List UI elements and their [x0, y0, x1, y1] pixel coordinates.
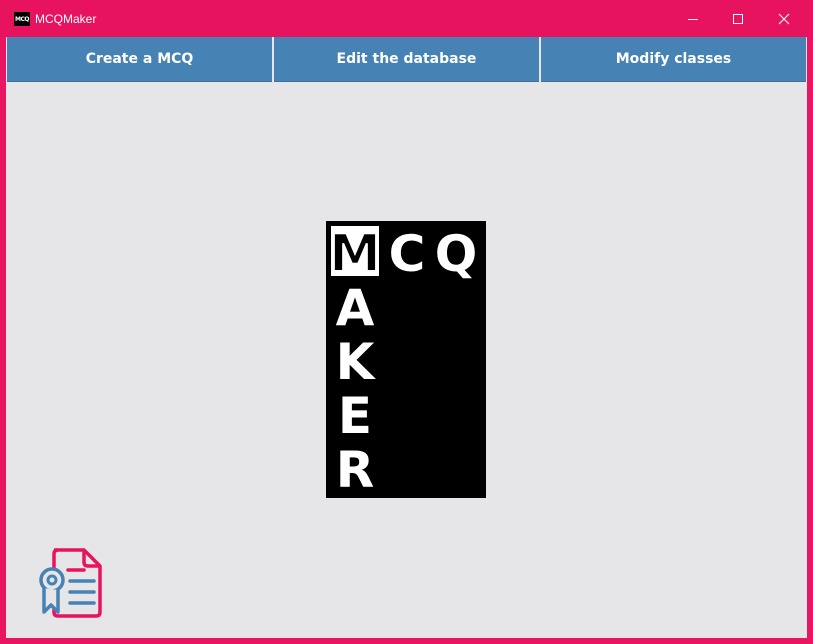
- title-bar[interactable]: MCQ MCQMaker: [0, 0, 813, 37]
- svg-text:E: E: [338, 387, 372, 445]
- app-icon-label: MCQ: [15, 15, 29, 23]
- main-toolbar: Create a MCQ Edit the database Modify cl…: [7, 37, 806, 82]
- svg-text:M: M: [329, 224, 381, 284]
- logo-graphic: M C C Q A K E R: [326, 221, 486, 500]
- modify-classes-button[interactable]: Modify classes: [541, 37, 806, 82]
- maximize-icon: [732, 14, 743, 24]
- svg-text:Q: Q: [435, 225, 478, 283]
- window-title: MCQMaker: [35, 12, 97, 26]
- svg-text:A: A: [336, 279, 375, 337]
- edit-database-button[interactable]: Edit the database: [274, 37, 539, 82]
- minimize-button[interactable]: [670, 1, 715, 37]
- app-window: MCQ MCQMaker Create a MCQ Edit the datab…: [0, 0, 813, 644]
- close-icon: [778, 13, 789, 25]
- certificate-icon: [32, 546, 104, 618]
- create-mcq-button[interactable]: Create a MCQ: [7, 37, 272, 82]
- svg-text:K: K: [336, 333, 377, 391]
- svg-text:R: R: [336, 441, 375, 498]
- app-icon: MCQ: [14, 12, 30, 26]
- mcq-maker-logo: M C C Q A K E R: [326, 221, 486, 500]
- minimize-icon: [687, 19, 698, 20]
- close-button[interactable]: [761, 1, 806, 37]
- maximize-button[interactable]: [715, 1, 760, 37]
